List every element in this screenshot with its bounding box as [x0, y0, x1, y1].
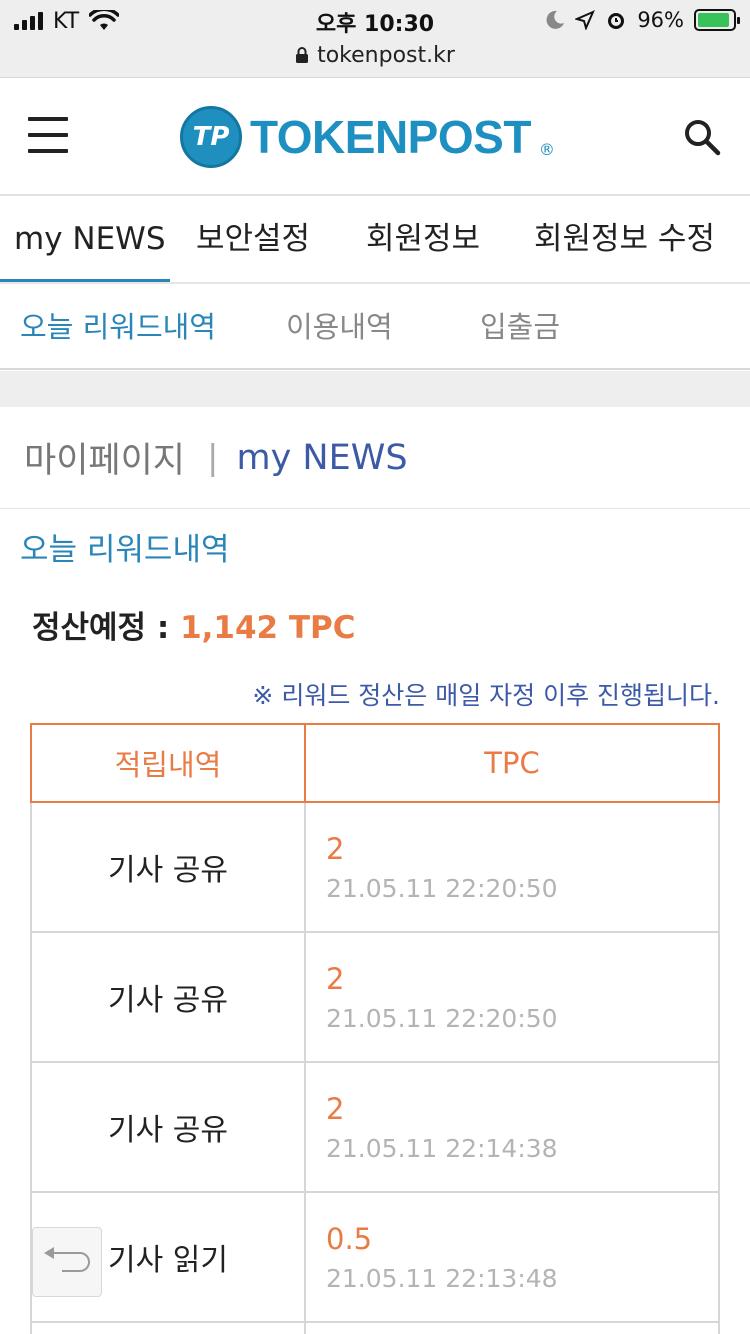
row-type: 기사 공유	[32, 1063, 306, 1191]
row-detail: 0.5 21.05.11 22:13:48	[306, 1193, 718, 1321]
settlement-label: 정산예정 :	[32, 610, 181, 646]
table-row: 기사 공유 2 21.05.11 22:14:38	[30, 1063, 720, 1193]
battery-percent: 96%	[637, 8, 684, 32]
section-divider	[0, 371, 750, 407]
row-tpc: 0.5	[326, 1221, 373, 1256]
breadcrumb-current: my NEWS	[236, 437, 408, 478]
row-detail: 2 21.05.11 22:20:50	[306, 933, 718, 1061]
subtab-today-rewards[interactable]: 오늘 리워드내역	[20, 284, 216, 370]
tab-edit-member-info[interactable]: 회원정보 수정	[534, 196, 715, 282]
location-arrow-icon	[575, 10, 596, 30]
table-row: 기사 읽기 0.5 21.05.11 22:13:48	[30, 1193, 720, 1323]
return-arrow-icon	[44, 1247, 90, 1272]
lock-icon	[296, 47, 309, 63]
main-tabs: my NEWS 보안설정 회원정보 회원정보 수정	[0, 196, 750, 284]
logo-registered-mark: ®	[538, 140, 555, 159]
sub-tabs: 오늘 리워드내역 이용내역 입출금	[0, 284, 750, 370]
rewards-table: 적립내역 TPC 기사 공유 2 21.05.11 22:20:50 기사 공유…	[30, 723, 720, 1334]
site-header: TP TOKENPOST ®	[0, 79, 750, 196]
row-detail-empty	[306, 1323, 718, 1334]
breadcrumb-separator: |	[207, 437, 219, 478]
table-row: 기사 공유 2 21.05.11 22:20:50	[30, 803, 720, 933]
alarm-icon	[608, 13, 625, 29]
menu-icon[interactable]	[28, 117, 68, 153]
tab-security-settings[interactable]: 보안설정	[196, 196, 310, 282]
row-detail: 2 21.05.11 22:20:50	[306, 803, 718, 931]
tab-my-news[interactable]: my NEWS	[0, 196, 170, 282]
status-right: 96%	[545, 6, 740, 34]
subtab-usage-history[interactable]: 이용내역	[286, 284, 393, 370]
table-header: 적립내역 TPC	[30, 723, 720, 803]
row-time: 21.05.11 22:14:38	[326, 1133, 558, 1163]
row-tpc: 2	[326, 961, 345, 996]
search-icon[interactable]	[682, 117, 722, 157]
breadcrumb-parent[interactable]: 마이페이지	[24, 432, 185, 483]
browser-chrome: KT 오후 10:30 96% tokenpost.kr	[0, 0, 750, 78]
row-tpc: 2	[326, 831, 345, 866]
row-type: 기사 공유	[32, 933, 306, 1061]
tab-member-info[interactable]: 회원정보	[366, 196, 480, 282]
row-time: 21.05.11 22:20:50	[326, 1003, 558, 1033]
subtab-deposit-withdraw[interactable]: 입출금	[480, 284, 560, 370]
breadcrumb: 마이페이지 | my NEWS	[0, 407, 750, 509]
settlement-summary: 정산예정 : 1,142 TPC	[32, 602, 356, 647]
logo[interactable]: TP TOKENPOST ®	[180, 105, 555, 169]
logo-text: TOKENPOST	[250, 111, 531, 163]
header-history: 적립내역	[32, 725, 306, 801]
row-type-empty	[32, 1323, 306, 1334]
url-bar[interactable]: tokenpost.kr	[0, 40, 750, 70]
row-time: 21.05.11 22:13:48	[326, 1263, 558, 1293]
logo-mark-icon: TP	[180, 106, 242, 168]
row-detail: 2 21.05.11 22:14:38	[306, 1063, 718, 1191]
url-text: tokenpost.kr	[317, 42, 455, 68]
moon-icon	[546, 10, 565, 29]
row-tpc: 2	[326, 1091, 345, 1126]
back-button[interactable]	[32, 1227, 102, 1297]
settlement-amount: 1,142 TPC	[180, 610, 356, 646]
row-type: 기사 공유	[32, 803, 306, 931]
settlement-notice: ※ 리워드 정산은 매일 자정 이후 진행됩니다.	[252, 681, 720, 710]
header-tpc: TPC	[484, 746, 540, 780]
table-row-partial	[30, 1323, 720, 1334]
table-row: 기사 공유 2 21.05.11 22:20:50	[30, 933, 720, 1063]
section-title: 오늘 리워드내역	[20, 532, 230, 568]
battery-icon	[694, 9, 740, 31]
row-time: 21.05.11 22:20:50	[326, 873, 558, 903]
